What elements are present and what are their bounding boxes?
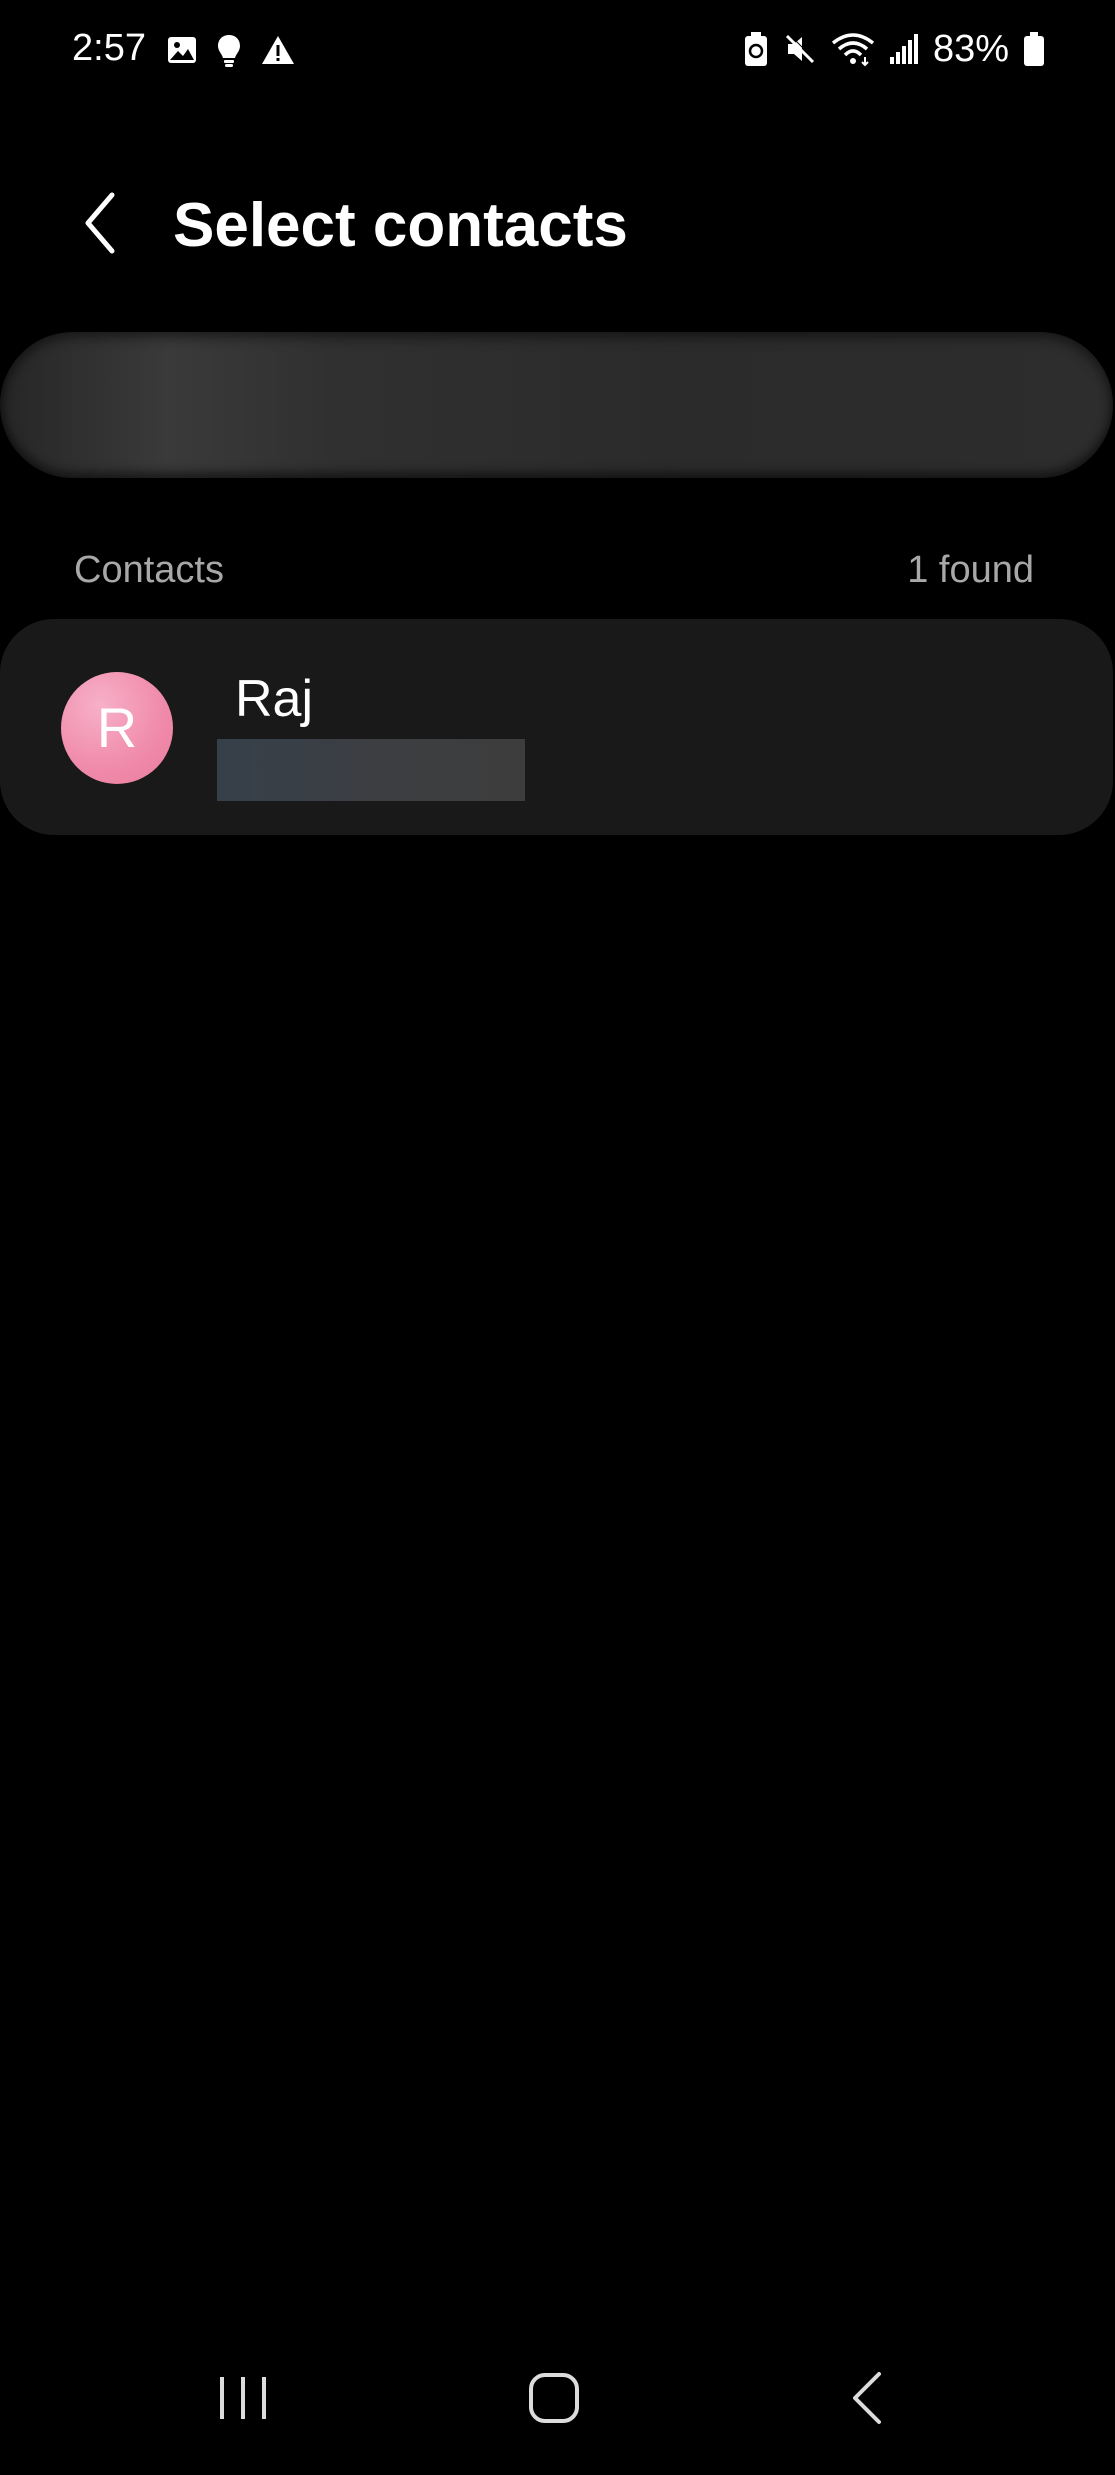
results-count: 1 found [907,548,1034,591]
contact-list-item[interactable]: R Raj [0,619,1113,835]
chevron-left-icon [80,191,120,260]
back-button[interactable] [60,180,140,270]
lightbulb-icon [216,33,242,67]
avatar-initial: R [96,696,138,759]
status-system-icons: 83% [743,26,1045,72]
navigation-bar [0,2330,1115,2475]
recents-button[interactable] [183,2350,303,2450]
recents-icon [216,2373,270,2428]
battery-saver-icon [743,31,769,67]
warning-icon [260,34,296,66]
home-icon [527,2371,581,2430]
status-bar: 2:57 83% [0,0,1115,100]
battery-icon [1023,31,1045,67]
back-icon [849,2370,885,2431]
page-title: Select contacts [173,191,628,260]
contact-name: Raj [235,670,314,728]
status-time: 2:57 [72,27,146,69]
home-button[interactable] [494,2350,614,2450]
signal-icon [889,33,919,65]
nav-back-button[interactable] [807,2350,927,2450]
contacts-section-header: Contacts 1 found [74,545,1034,595]
battery-percentage: 83% [932,28,1009,70]
image-icon [166,34,198,66]
redacted-phone-number [217,739,525,801]
avatar: R [61,672,173,784]
mute-icon [783,32,817,66]
wifi-icon [831,31,875,67]
section-label: Contacts [74,548,224,591]
search-bar[interactable] [0,332,1113,478]
status-notification-icons [166,30,296,70]
